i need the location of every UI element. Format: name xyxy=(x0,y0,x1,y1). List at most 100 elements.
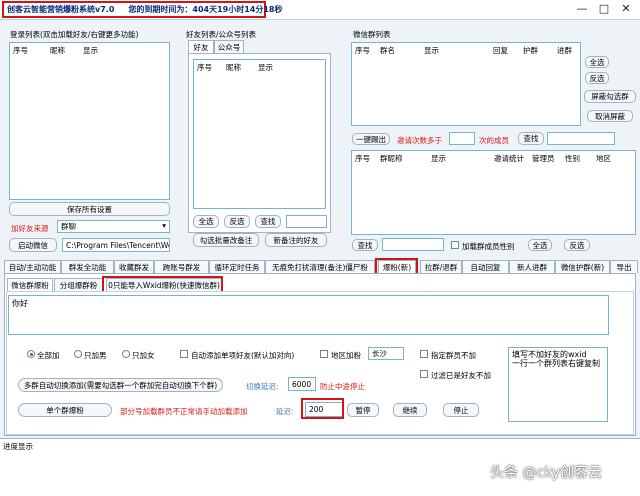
login-list-title: 登录列表(双击加载好友/右键更多功能) xyxy=(10,30,139,39)
notes-line-1: 填写不加好友的wxid xyxy=(512,350,587,359)
stop-button[interactable]: 停止 xyxy=(443,403,479,417)
anti-stop-label: 防止中途停止 xyxy=(320,382,365,391)
delay-highlight xyxy=(301,398,344,419)
radio-all[interactable] xyxy=(27,350,35,358)
main-tab-bar: 自动/主动功能 群发全功能 收藏群发 跨账号群发 循环定时任务 无痕免打扰清理(… xyxy=(4,260,640,273)
unblock-button[interactable]: 取消屏蔽 xyxy=(587,110,633,122)
tab-loop-timer[interactable]: 循环定时任务 xyxy=(209,260,265,273)
member-list[interactable]: 序号 群昵称 显示 邀请统计 管理员 性别 地区 xyxy=(351,150,636,235)
group-col-index: 序号 xyxy=(355,46,370,55)
region-add-checkbox[interactable] xyxy=(320,350,328,358)
start-wechat-button[interactable]: 启动微信 xyxy=(9,238,57,252)
greeting-text: 你好 xyxy=(12,299,28,308)
close-icon[interactable]: ✕ xyxy=(618,2,634,16)
app-title-box: 创客云智能营销爆粉系统v7.0 您的到期时间为：404天19小时14分18秒 xyxy=(2,1,283,18)
group-list[interactable]: 序号 群名 显示 回复 护群 进群 xyxy=(351,42,581,126)
region-input[interactable]: 长沙 xyxy=(368,347,404,360)
tab-export[interactable]: 导出 xyxy=(610,260,638,273)
save-settings-button[interactable]: 保存所有设置 xyxy=(9,202,170,216)
group-col-protect: 护群 xyxy=(523,46,538,55)
batch-remark-button[interactable]: 勾选批量改备注 xyxy=(193,233,259,247)
friend-select-all-button[interactable]: 全选 xyxy=(193,215,219,228)
friend-invert-button[interactable]: 反选 xyxy=(224,215,250,228)
invite-count-input[interactable] xyxy=(449,132,475,145)
watermark: 头条 @cky创客云 xyxy=(490,465,603,481)
tab-group-protect[interactable]: 微信护群(新) xyxy=(555,260,610,273)
member-col-region: 地区 xyxy=(596,154,611,163)
member-col-invite: 邀请统计 xyxy=(494,154,524,163)
block-group-button[interactable]: 屏蔽勾选群 xyxy=(584,90,636,103)
greeting-textarea[interactable]: 你好 xyxy=(8,295,609,335)
friend-col-display: 显示 xyxy=(258,63,273,72)
auto-add-remark-checkbox[interactable] xyxy=(180,350,188,358)
pause-button[interactable]: 暂停 xyxy=(347,403,379,417)
subtab-grouping-burst[interactable]: 分组爆群粉 xyxy=(54,278,103,291)
minimize-icon[interactable]: — xyxy=(574,2,590,16)
group-col-name: 群名 xyxy=(380,46,395,55)
friend-list[interactable]: 序号 昵称 显示 xyxy=(193,59,326,209)
tab-zombie-clean[interactable]: 无痕免打扰清理(备注)僵尸粉 xyxy=(265,260,375,273)
member-select-all-button[interactable]: 全选 xyxy=(528,239,552,251)
invite-count-label: 邀请次数多于 xyxy=(397,136,442,145)
member-col-display: 显示 xyxy=(431,154,446,163)
load-gender-checkbox[interactable] xyxy=(451,241,459,249)
login-col-index: 序号 xyxy=(13,46,28,55)
tab-auto-reply[interactable]: 自动回复 xyxy=(462,260,509,273)
tab-auto-functions[interactable]: 自动/主动功能 xyxy=(4,260,61,273)
kick-once-button[interactable]: 一键踢出 xyxy=(352,133,390,145)
tab-new-member[interactable]: 新人进群 xyxy=(509,260,555,273)
radio-all-label: 全部加 xyxy=(37,351,60,360)
member-invert-button[interactable]: 反选 xyxy=(564,239,590,251)
load-gender-label: 加载群成员性别 xyxy=(462,242,515,251)
subtab-group-burst[interactable]: 微信群爆粉 xyxy=(7,278,53,291)
specify-members-checkbox[interactable] xyxy=(420,350,428,358)
app-title: 创客云智能营销爆粉系统v7.0 xyxy=(7,5,115,14)
continue-button[interactable]: 继续 xyxy=(393,403,427,417)
tab-pull-group[interactable]: 拉群/退群 xyxy=(420,260,462,273)
multi-group-switch-button[interactable]: 多群自动切换添加(需要勾选群一个群加完自动切换下个群) xyxy=(18,378,223,392)
group-search-input[interactable] xyxy=(547,132,615,145)
member-search-input[interactable] xyxy=(382,238,444,251)
delay-label: 延迟: xyxy=(276,407,294,416)
friend-search-input[interactable] xyxy=(286,215,327,228)
wechat-path-input[interactable]: C:\Program Files\Tencent\WeC xyxy=(62,238,170,252)
filter-added-checkbox[interactable] xyxy=(420,370,428,378)
times-members-label: 次的成员 xyxy=(479,136,509,145)
new-remark-button[interactable]: 新备注的好友 xyxy=(265,233,327,247)
auto-add-remark-label: 自动添加单项好友(默认加对向) xyxy=(191,351,295,360)
chevron-down-icon: ▾ xyxy=(162,221,166,230)
group-search-button[interactable]: 查找 xyxy=(518,132,544,145)
friend-list-title: 好友列表/公众号列表 xyxy=(186,30,257,39)
group-select-all-button[interactable]: 全选 xyxy=(585,56,609,68)
group-list-title: 微信群列表 xyxy=(353,30,391,39)
switch-delay-input[interactable]: 6000 xyxy=(288,377,316,391)
specify-members-label: 指定群员不加 xyxy=(431,351,476,360)
tab-friends[interactable]: 好友 xyxy=(188,40,214,53)
login-list[interactable]: 序号 昵称 显示 xyxy=(9,42,170,200)
member-col-admin: 管理员 xyxy=(532,154,555,163)
radio-male-label: 只加男 xyxy=(84,351,107,360)
member-col-nickname: 群昵称 xyxy=(380,154,403,163)
group-col-join: 进群 xyxy=(557,46,572,55)
member-col-index: 序号 xyxy=(355,154,370,163)
member-search-button[interactable]: 查找 xyxy=(352,239,378,251)
expiry-text: 您的到期时间为：404天19小时14分18秒 xyxy=(128,5,283,14)
exclude-wxid-textarea[interactable]: 填写不加好友的wxid 一行一个群列表右键复制 xyxy=(508,347,608,422)
switch-delay-label: 切换延迟: xyxy=(246,382,279,391)
tab-official[interactable]: 公众号 xyxy=(214,40,244,53)
warning-text: 部分号加载群员不正常请手动加载添加 xyxy=(120,407,248,416)
friend-col-index: 序号 xyxy=(197,63,212,72)
friend-source-select[interactable]: 群聊 ▾ xyxy=(57,220,170,233)
maximize-icon[interactable]: □ xyxy=(596,2,612,16)
group-col-display: 显示 xyxy=(424,46,439,55)
friend-source-label: 加好友来源 xyxy=(11,224,49,233)
radio-female[interactable] xyxy=(122,350,130,358)
single-group-burst-button[interactable]: 单个群爆粉 xyxy=(18,403,112,417)
radio-male[interactable] xyxy=(74,350,82,358)
friend-search-button[interactable]: 查找 xyxy=(255,215,281,228)
tab-cross-account-send[interactable]: 跨账号群发 xyxy=(154,260,209,273)
tab-favorite-send[interactable]: 收藏群发 xyxy=(114,260,154,273)
group-invert-button[interactable]: 反选 xyxy=(585,72,609,84)
tab-mass-send[interactable]: 群发全功能 xyxy=(61,260,114,273)
login-col-display: 显示 xyxy=(83,46,98,55)
